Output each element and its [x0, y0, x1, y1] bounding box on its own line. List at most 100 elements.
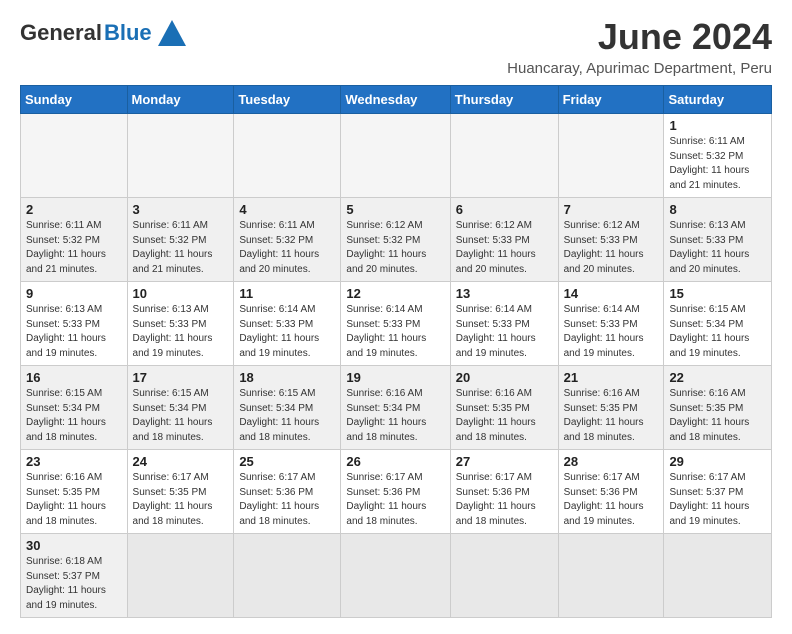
day-number: 18 [239, 370, 335, 385]
day-info: Sunrise: 6:14 AM Sunset: 5:33 PM Dayligh… [239, 303, 335, 361]
calendar-day-cell: 27Sunrise: 6:17 AM Sunset: 5:36 PM Dayli… [450, 450, 558, 534]
calendar-day-cell: 8 Sunrise: 6:13 AM Sunset: 5:33 PM Daylig… [664, 198, 772, 282]
day-info: Sunrise: 6:16 AM Sunset: 5:35 PM Dayligh… [564, 387, 659, 445]
calendar-day-cell: 9Sunrise: 6:13 AM Sunset: 5:33 PM Daylig… [21, 282, 128, 366]
calendar-table: SundayMondayTuesdayWednesdayThursdayFrid… [20, 85, 772, 618]
calendar-day-cell: 4 Sunrise: 6:11 AM Sunset: 5:32 PM Daylig… [234, 198, 341, 282]
calendar-day-cell: 22 Sunrise: 6:16 AM Sunset: 5:35 PM Dayli… [664, 366, 772, 450]
day-number: 27 [456, 454, 553, 469]
calendar-day-cell: 7Sunrise: 6:12 AM Sunset: 5:33 PM Daylig… [558, 198, 664, 282]
calendar-day-cell: 12 Sunrise: 6:14 AM Sunset: 5:33 PM Dayli… [341, 282, 450, 366]
calendar-day-cell: 25 Sunrise: 6:17 AM Sunset: 5:36 PM Dayli… [234, 450, 341, 534]
location-subtitle: Huancaray, Apurimac Department, Peru [507, 60, 772, 77]
day-info: Sunrise: 6:15 AM Sunset: 5:34 PM Dayligh… [239, 387, 335, 445]
day-number: 25 [239, 454, 335, 469]
day-info: Sunrise: 6:16 AM Sunset: 5:35 PM Dayligh… [669, 387, 766, 445]
calendar-day-cell: 15Sunrise: 6:15 AM Sunset: 5:34 PM Dayli… [664, 282, 772, 366]
calendar-day-cell: 1 Sunrise: 6:11 AM Sunset: 5:32 PM Daylig… [664, 114, 772, 198]
weekday-header-monday: Monday [127, 86, 234, 114]
day-info: Sunrise: 6:17 AM Sunset: 5:36 PM Dayligh… [564, 471, 659, 529]
day-number: 21 [564, 370, 659, 385]
calendar-day-cell [558, 114, 664, 198]
day-number: 22 [669, 370, 766, 385]
day-number: 3 [133, 202, 229, 217]
day-info: Sunrise: 6:12 AM Sunset: 5:33 PM Dayligh… [456, 219, 553, 277]
weekday-header-friday: Friday [558, 86, 664, 114]
day-info: Sunrise: 6:14 AM Sunset: 5:33 PM Dayligh… [346, 303, 444, 361]
day-info: Sunrise: 6:11 AM Sunset: 5:32 PM Dayligh… [133, 219, 229, 277]
weekday-header-sunday: Sunday [21, 86, 128, 114]
day-number: 30 [26, 538, 122, 553]
calendar-day-cell: 30 Sunrise: 6:18 AM Sunset: 5:37 PM Dayli… [21, 534, 128, 618]
calendar-week-row: 30 Sunrise: 6:18 AM Sunset: 5:37 PM Dayli… [21, 534, 772, 618]
day-number: 29 [669, 454, 766, 469]
calendar-day-cell: 6 Sunrise: 6:12 AM Sunset: 5:33 PM Daylig… [450, 198, 558, 282]
day-info: Sunrise: 6:17 AM Sunset: 5:36 PM Dayligh… [239, 471, 335, 529]
day-number: 26 [346, 454, 444, 469]
day-number: 11 [239, 286, 335, 301]
calendar-day-cell [450, 114, 558, 198]
day-info: Sunrise: 6:15 AM Sunset: 5:34 PM Dayligh… [133, 387, 229, 445]
calendar-day-cell: 28Sunrise: 6:17 AM Sunset: 5:36 PM Dayli… [558, 450, 664, 534]
weekday-header-wednesday: Wednesday [341, 86, 450, 114]
day-number: 4 [239, 202, 335, 217]
day-info: Sunrise: 6:18 AM Sunset: 5:37 PM Dayligh… [26, 555, 122, 613]
day-number: 13 [456, 286, 553, 301]
day-info: Sunrise: 6:13 AM Sunset: 5:33 PM Dayligh… [26, 303, 122, 361]
day-number: 16 [26, 370, 122, 385]
calendar-day-cell: 3 Sunrise: 6:11 AM Sunset: 5:32 PM Daylig… [127, 198, 234, 282]
day-info: Sunrise: 6:16 AM Sunset: 5:34 PM Dayligh… [346, 387, 444, 445]
calendar-day-cell: 2 Sunrise: 6:11 AM Sunset: 5:32 PM Daylig… [21, 198, 128, 282]
weekday-header-row: SundayMondayTuesdayWednesdayThursdayFrid… [21, 86, 772, 114]
calendar-week-row: 16 Sunrise: 6:15 AM Sunset: 5:34 PM Dayli… [21, 366, 772, 450]
logo: General Blue [20, 16, 186, 46]
day-info: Sunrise: 6:14 AM Sunset: 5:33 PM Dayligh… [456, 303, 553, 361]
day-info: Sunrise: 6:11 AM Sunset: 5:32 PM Dayligh… [669, 135, 766, 193]
calendar-week-row: 1 Sunrise: 6:11 AM Sunset: 5:32 PM Daylig… [21, 114, 772, 198]
day-info: Sunrise: 6:16 AM Sunset: 5:35 PM Dayligh… [26, 471, 122, 529]
calendar-day-cell [341, 534, 450, 618]
calendar-header: SundayMondayTuesdayWednesdayThursdayFrid… [21, 86, 772, 114]
day-number: 7 [564, 202, 659, 217]
calendar-week-row: 23 Sunrise: 6:16 AM Sunset: 5:35 PM Dayli… [21, 450, 772, 534]
calendar-day-cell: 29Sunrise: 6:17 AM Sunset: 5:37 PM Dayli… [664, 450, 772, 534]
calendar-day-cell: 26Sunrise: 6:17 AM Sunset: 5:36 PM Dayli… [341, 450, 450, 534]
title-area: June 2024 Huancaray, Apurimac Department… [507, 16, 772, 77]
day-number: 24 [133, 454, 229, 469]
day-info: Sunrise: 6:13 AM Sunset: 5:33 PM Dayligh… [133, 303, 229, 361]
calendar-day-cell: 17 Sunrise: 6:15 AM Sunset: 5:34 PM Dayli… [127, 366, 234, 450]
calendar-day-cell: 23 Sunrise: 6:16 AM Sunset: 5:35 PM Dayli… [21, 450, 128, 534]
calendar-week-row: 9Sunrise: 6:13 AM Sunset: 5:33 PM Daylig… [21, 282, 772, 366]
calendar-day-cell: 19Sunrise: 6:16 AM Sunset: 5:34 PM Dayli… [341, 366, 450, 450]
day-number: 15 [669, 286, 766, 301]
day-number: 8 [669, 202, 766, 217]
weekday-header-saturday: Saturday [664, 86, 772, 114]
calendar-day-cell [450, 534, 558, 618]
day-number: 2 [26, 202, 122, 217]
day-number: 12 [346, 286, 444, 301]
day-info: Sunrise: 6:13 AM Sunset: 5:33 PM Dayligh… [669, 219, 766, 277]
weekday-header-thursday: Thursday [450, 86, 558, 114]
calendar-day-cell [234, 534, 341, 618]
calendar-day-cell [341, 114, 450, 198]
day-info: Sunrise: 6:17 AM Sunset: 5:35 PM Dayligh… [133, 471, 229, 529]
logo-blue-text: Blue [104, 22, 152, 44]
calendar-day-cell: 10 Sunrise: 6:13 AM Sunset: 5:33 PM Dayli… [127, 282, 234, 366]
calendar-day-cell: 18 Sunrise: 6:15 AM Sunset: 5:34 PM Dayli… [234, 366, 341, 450]
calendar-day-cell: 21 Sunrise: 6:16 AM Sunset: 5:35 PM Dayli… [558, 366, 664, 450]
day-number: 23 [26, 454, 122, 469]
day-info: Sunrise: 6:12 AM Sunset: 5:32 PM Dayligh… [346, 219, 444, 277]
logo-general-text: General [20, 22, 102, 44]
day-info: Sunrise: 6:11 AM Sunset: 5:32 PM Dayligh… [26, 219, 122, 277]
day-info: Sunrise: 6:11 AM Sunset: 5:32 PM Dayligh… [239, 219, 335, 277]
calendar-day-cell [127, 534, 234, 618]
calendar-day-cell: 16Sunrise: 6:15 AM Sunset: 5:34 PM Dayli… [21, 366, 128, 450]
day-number: 14 [564, 286, 659, 301]
calendar-day-cell [664, 534, 772, 618]
month-title: June 2024 [507, 16, 772, 58]
day-number: 1 [669, 118, 766, 133]
calendar-day-cell: 5Sunrise: 6:12 AM Sunset: 5:32 PM Daylig… [341, 198, 450, 282]
day-number: 17 [133, 370, 229, 385]
day-number: 10 [133, 286, 229, 301]
day-number: 6 [456, 202, 553, 217]
